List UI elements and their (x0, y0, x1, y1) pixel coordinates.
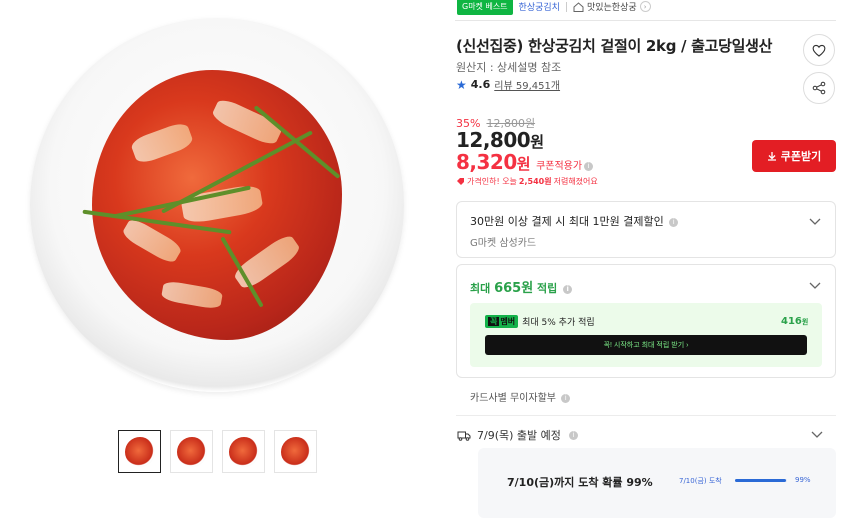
coupon-button-label: 쿠폰받기 (780, 151, 822, 163)
price-drop-suffix: 저렴해졌어요 (553, 177, 598, 186)
points-suffix: 적립 (537, 282, 558, 295)
info-icon[interactable]: i (563, 284, 573, 294)
download-icon (767, 152, 776, 161)
sale-price-number: 12,800 (456, 128, 531, 152)
thumbnail-1[interactable] (118, 430, 161, 473)
points-amount: 665원 (494, 281, 534, 296)
sale-price-unit: 원 (530, 133, 544, 151)
best-badge: G마켓 베스트 (457, 0, 513, 15)
shop-link-label: 맛있는한상궁 (586, 3, 637, 13)
heart-icon (812, 44, 826, 57)
truck-icon (457, 431, 471, 441)
arrival-probability-text: 7/10(금)까지 도착 확률 99% (507, 476, 653, 489)
member-badge: 꼭 멤버 (485, 315, 519, 328)
price-drop-notice: 가격인하! 오늘 2,540원 저렴해졌어요 (456, 176, 598, 187)
arrival-day-label: 7/10(금) 도착 (679, 477, 722, 485)
coupon-applied-text: 쿠폰적용가 (536, 161, 583, 172)
member-points-unit: 원 (801, 318, 809, 326)
member-badge-label: 멤버 (500, 317, 516, 326)
share-icon (812, 81, 826, 95)
wishlist-button[interactable] (803, 34, 835, 66)
member-benefit-row: 꼭 멤버 최대 5% 추가 적립 (485, 315, 595, 328)
share-button[interactable] (803, 72, 835, 104)
points-prefix: 최대 (470, 282, 491, 295)
arrival-probability-fill (735, 479, 787, 482)
card-discount-text: 30만원 이상 결제 시 최대 1만원 결제할인 (470, 215, 664, 228)
sale-price: 12,800원 (456, 128, 544, 152)
chevron-down-icon[interactable] (810, 427, 824, 441)
review-link[interactable]: 리뷰 59,451개 (494, 77, 560, 92)
info-icon[interactable]: i (568, 430, 578, 440)
card-discount-subtitle: G마켓 삼성카드 (470, 238, 537, 249)
card-discount-title: 30만원 이상 결제 시 최대 1만원 결제할인 i (470, 213, 679, 229)
product-origin: 원산지 : 상세설명 참조 (456, 61, 562, 74)
rating-value: 4.6 (470, 78, 491, 91)
member-benefit-text: 최대 5% 추가 적립 (522, 318, 595, 328)
points-title: 최대 665원 적립 i (470, 277, 573, 296)
product-title: (신선집중) 한상궁김치 겉절이 2kg / 출고당일생산 (456, 37, 773, 55)
coupon-download-button[interactable]: 쿠폰받기 (752, 140, 836, 172)
shipping-row: 7/9(목) 출발 예정 i (457, 427, 578, 443)
thumbnail-3[interactable] (222, 430, 265, 473)
home-icon (573, 1, 584, 12)
member-points-value: 416 (781, 316, 802, 327)
price-down-icon (457, 178, 464, 185)
arrival-percent-label: 99% (795, 476, 811, 484)
installment-text: 카드사별 무이자할부 (470, 393, 556, 404)
seller-badges: G마켓 베스트 한상궁김치 맛있는한상궁 › (457, 0, 651, 15)
coupon-applied-label: 쿠폰적용가 i (536, 157, 594, 172)
installment-info: 카드사별 무이자할부 i (470, 389, 571, 404)
chevron-down-icon[interactable] (808, 278, 822, 292)
star-icon: ★ (456, 77, 467, 92)
info-icon[interactable]: i (584, 161, 594, 171)
price-drop-prefix: 가격인하! 오늘 (467, 177, 517, 186)
chevron-right-icon: › (639, 1, 651, 12)
rating-row: ★ 4.6 리뷰 59,451개 (456, 77, 560, 93)
coupon-price-row: 8,320원 쿠폰적용가 i (456, 150, 594, 174)
thumbnail-2[interactable] (170, 430, 213, 473)
member-signup-button[interactable]: 꼭! 시작하고 최대 적립 받기 › (485, 335, 807, 355)
shop-link[interactable]: 맛있는한상궁 › (573, 0, 651, 13)
section-divider (456, 415, 836, 416)
coupon-price: 8,320원 (456, 150, 531, 174)
divider (565, 1, 567, 12)
member-badge-k: 꼭 (488, 317, 500, 326)
seller-link[interactable]: 한상궁김치 (519, 0, 560, 13)
price-drop-amount: 2,540원 (518, 177, 552, 186)
member-points: 416원 (781, 316, 808, 327)
coupon-price-unit: 원 (516, 155, 531, 173)
card-discount-panel[interactable] (456, 201, 836, 258)
header-divider (455, 20, 836, 21)
main-product-image[interactable] (30, 18, 404, 392)
info-icon[interactable]: i (669, 217, 679, 227)
departure-text: 7/9(목) 출발 예정 (477, 429, 561, 442)
coupon-price-number: 8,320 (456, 150, 517, 174)
thumbnail-4[interactable] (274, 430, 317, 473)
thumbnail-strip (118, 430, 317, 473)
arrival-probability-bar (735, 479, 787, 482)
chevron-down-icon[interactable] (808, 214, 822, 228)
info-icon[interactable]: i (561, 393, 571, 403)
